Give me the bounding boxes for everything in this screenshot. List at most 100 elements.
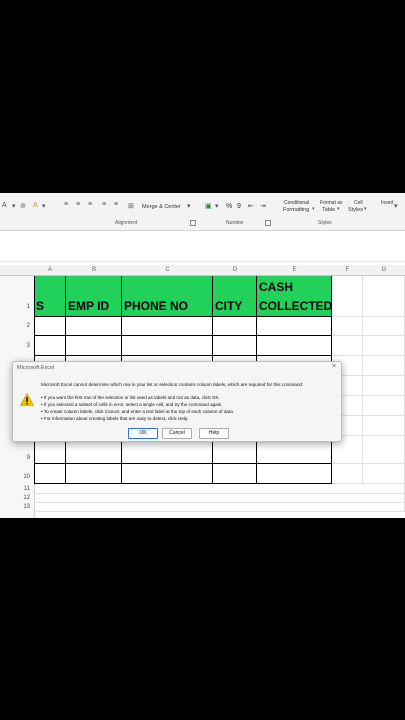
ok-button[interactable]: OK <box>128 428 158 439</box>
insert-button[interactable]: Insert <box>381 200 394 206</box>
conditional-formatting-button[interactable]: Formatting <box>283 207 309 213</box>
table-cell-e-3[interactable] <box>257 336 332 356</box>
merge-center-icon[interactable]: ⊞ <box>128 202 134 210</box>
dialog-message: Microsoft Excel cannot determine which r… <box>41 382 304 387</box>
cell-b1[interactable]: EMP ID <box>66 276 122 317</box>
align-right-icon[interactable]: ≡ <box>88 201 92 208</box>
column-header-e[interactable]: E <box>257 265 333 276</box>
formula-bar-area <box>0 231 405 262</box>
number-group-label: Number <box>226 220 244 226</box>
increase-indent-icon[interactable]: ≡ <box>114 201 118 208</box>
cell-styles-button[interactable]: Styles <box>348 207 363 213</box>
format-as-table-dropdown-icon[interactable]: ▾ <box>337 206 340 212</box>
accounting-dropdown-icon[interactable]: ▾ <box>215 202 219 210</box>
merge-center-button[interactable]: Merge & Center <box>142 204 181 210</box>
table-cell-g-6[interactable] <box>363 396 405 416</box>
row-header-1[interactable]: 1 <box>0 304 34 314</box>
cell-a1-text: S <box>36 299 45 313</box>
table-cell-b-3[interactable] <box>66 336 122 356</box>
table-cell-b-9[interactable] <box>66 464 122 484</box>
column-header-c[interactable]: C <box>122 265 214 276</box>
table-cell-g-5[interactable] <box>363 376 405 396</box>
ribbon: A ▾ ⊘ A ▾ ≡ ≡ ≡ ≡ ≡ ⊞ Merge & Center ▾ ▣… <box>0 193 405 231</box>
row-12[interactable] <box>34 494 405 503</box>
cell-styles-dropdown-icon[interactable]: ▾ <box>364 206 367 212</box>
cell-f1[interactable] <box>332 276 363 317</box>
dialog-bullet-2: • If you selected a subset of cells in e… <box>41 402 223 407</box>
table-cell-f-9[interactable] <box>332 464 363 484</box>
table-cell-d-3[interactable] <box>213 336 257 356</box>
table-cell-c-2[interactable] <box>122 317 213 336</box>
close-icon[interactable]: × <box>332 363 336 370</box>
table-cell-b-2[interactable] <box>66 317 122 336</box>
table-cell-f-3[interactable] <box>332 336 363 356</box>
align-left-icon[interactable]: ≡ <box>64 201 68 208</box>
row-13[interactable] <box>34 503 405 512</box>
table-cell-e-9[interactable] <box>257 464 332 484</box>
percent-style-button[interactable]: % <box>226 203 232 210</box>
dialog-bullet-1: • If you want the first row of the selec… <box>41 395 220 400</box>
row-header-9[interactable]: 9 <box>0 455 34 465</box>
table-cell-d-9[interactable] <box>213 464 257 484</box>
table-cell-g-3[interactable] <box>363 336 405 356</box>
align-center-icon[interactable]: ≡ <box>76 201 80 208</box>
table-cell-f-2[interactable] <box>332 317 363 336</box>
increase-decimal-icon[interactable]: ⇤ <box>248 202 254 210</box>
highlight-icon[interactable]: ⊘ <box>20 202 26 210</box>
column-header-g[interactable]: G <box>363 265 405 276</box>
cell-c1[interactable]: PHONE NO <box>122 276 213 317</box>
table-cell-g-9[interactable] <box>363 464 405 484</box>
cell-a1[interactable]: S <box>34 276 66 317</box>
excel-error-dialog: Microsoft Excel × Microsoft Excel cannot… <box>12 361 342 442</box>
text-color-icon[interactable]: A <box>33 202 38 209</box>
table-cell-c-9[interactable] <box>122 464 213 484</box>
alignment-launcher-icon[interactable] <box>190 220 196 226</box>
cell-d1[interactable]: CITY <box>213 276 257 317</box>
accounting-format-icon[interactable]: ▣ <box>205 202 212 210</box>
cell-c1-text: PHONE NO <box>124 299 189 313</box>
column-header-f[interactable]: F <box>332 265 364 276</box>
table-cell-d-2[interactable] <box>213 317 257 336</box>
row-11[interactable] <box>34 484 405 494</box>
table-cell-a-2[interactable] <box>34 317 66 336</box>
column-header-a[interactable]: A <box>34 265 67 276</box>
help-button[interactable]: Help <box>199 428 229 439</box>
row-header-10[interactable]: 10 <box>0 474 34 484</box>
insert-dropdown-icon[interactable]: ▾ <box>394 202 398 210</box>
cell-e1-text-line1: CASH <box>259 280 294 294</box>
excel-window: A ▾ ⊘ A ▾ ≡ ≡ ≡ ≡ ≡ ⊞ Merge & Center ▾ ▣… <box>0 193 405 518</box>
merge-dropdown-icon[interactable]: ▾ <box>187 202 191 210</box>
number-launcher-icon[interactable] <box>265 220 271 226</box>
table-cell-a-9[interactable] <box>34 464 66 484</box>
font-color-icon[interactable]: A <box>2 202 7 209</box>
cancel-button[interactable]: Cancel <box>162 428 192 439</box>
cell-styles-top[interactable]: Cell <box>354 200 363 206</box>
alignment-group-label: Alignment <box>115 220 138 226</box>
decrease-indent-icon[interactable]: ≡ <box>102 201 106 208</box>
column-header-d[interactable]: D <box>213 265 258 276</box>
table-cell-c-3[interactable] <box>122 336 213 356</box>
table-cell-e-2[interactable] <box>257 317 332 336</box>
row-header-3[interactable]: 3 <box>0 343 34 353</box>
conditional-formatting-top[interactable]: Conditional <box>284 200 309 206</box>
conditional-formatting-dropdown-icon[interactable]: ▾ <box>312 206 315 212</box>
table-cell-g-7[interactable] <box>363 416 405 436</box>
column-header-b[interactable]: B <box>66 265 123 276</box>
comma-style-button[interactable]: 9 <box>237 203 241 210</box>
table-cell-a-3[interactable] <box>34 336 66 356</box>
dialog-bullet-4: • For information about creating labels … <box>41 416 189 421</box>
cell-e1[interactable]: CASH COLLECTED <box>257 276 332 317</box>
styles-group-label: Styles <box>318 220 332 226</box>
cell-b1-text: EMP ID <box>68 299 110 313</box>
row-header-13[interactable]: 13 <box>0 504 34 514</box>
cell-g1[interactable] <box>363 276 405 317</box>
dropdown-icon[interactable]: ▾ <box>42 202 46 210</box>
decrease-decimal-icon[interactable]: ⇥ <box>260 202 266 210</box>
format-as-table-button[interactable]: Table <box>322 207 335 213</box>
table-cell-g-2[interactable] <box>363 317 405 336</box>
table-cell-g-8[interactable] <box>363 436 405 464</box>
select-all-corner[interactable] <box>0 265 35 276</box>
table-cell-g-4[interactable] <box>363 356 405 376</box>
row-header-2[interactable]: 2 <box>0 323 34 333</box>
fill-color-icon[interactable]: ▾ <box>12 202 16 210</box>
